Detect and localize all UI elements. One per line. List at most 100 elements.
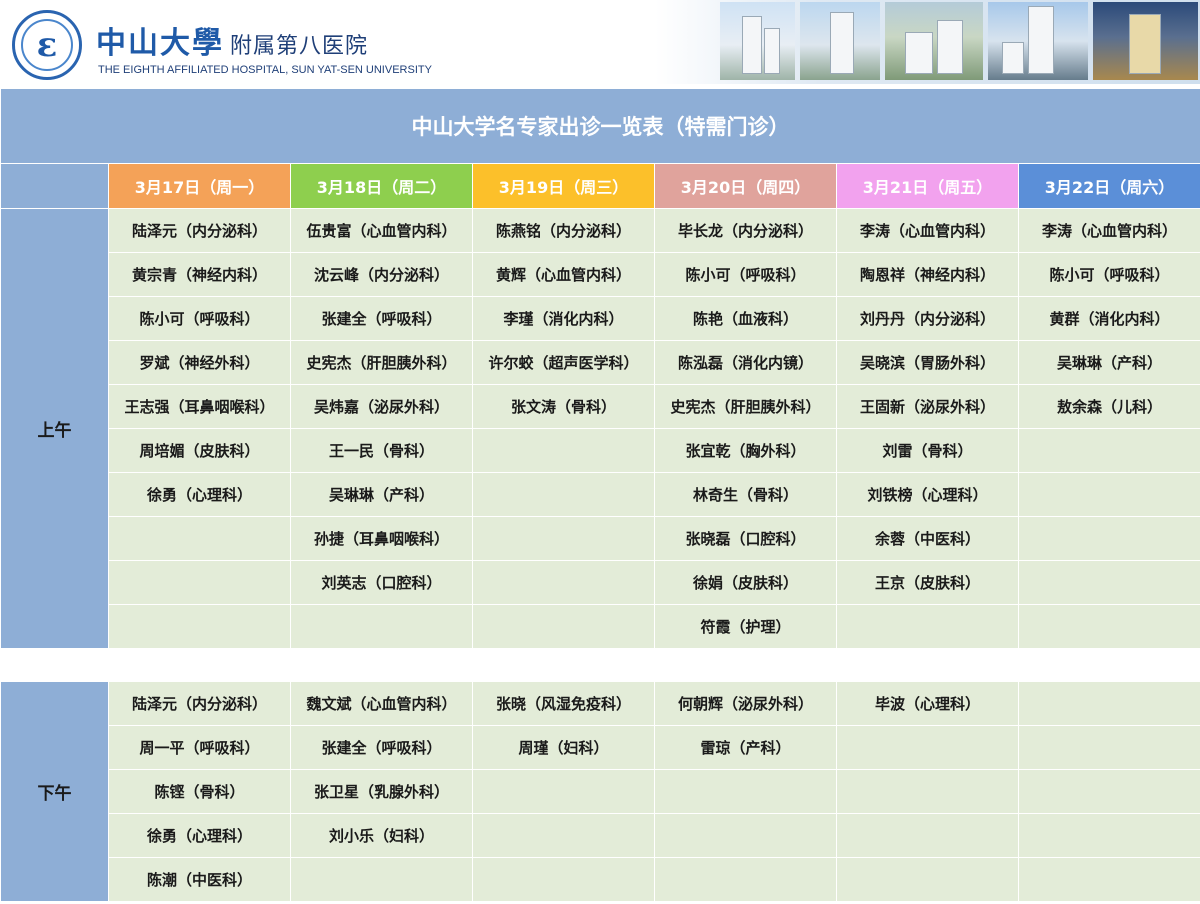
doctor-cell — [1017, 516, 1200, 561]
doctor-cell: 陶恩祥（神经内科） — [836, 252, 1019, 297]
table-row: 上午 陆泽元（内分泌科） 伍贵富（心血管内科） 陈燕铭（内分泌科） 毕长龙（内分泌科）李… — [0, 208, 1200, 649]
table-row: 陈小可（呼吸科） 张建全（呼吸科） 李瑾（消化内科） 陈艳（血液科） 刘丹丹（内分泌科）… — [1, 296, 1200, 341]
building-shape — [742, 16, 762, 74]
table-row: 王志强（耳鼻咽喉科） 吴炜嘉（泌尿外科） 张文涛（骨科） 史宪杰（肝胆胰外科） 王固新（… — [1, 384, 1200, 429]
doctor-cell — [1017, 813, 1200, 858]
building-photo — [1093, 2, 1198, 80]
doctor-cell: 刘铁榜（心理科） — [836, 472, 1019, 517]
doctor-cell: 张文涛（骨科） — [472, 384, 655, 429]
doctor-cell: 何朝辉（泌尿外科） — [654, 681, 837, 726]
doctor-cell: 魏文斌（心血管内科） — [290, 681, 473, 726]
hospital-logo: ε — [12, 10, 82, 80]
doctor-cell — [472, 560, 655, 605]
doctor-cell: 徐勇（心理科） — [108, 813, 291, 858]
table-row: 徐勇（心理科） 刘小乐（妇科） — [1, 813, 1200, 858]
doctor-cell — [472, 472, 655, 517]
doctor-cell — [1017, 472, 1200, 517]
building-shape — [1129, 14, 1161, 74]
doctor-cell: 张建全（呼吸科） — [290, 296, 473, 341]
table-row: 周培媚（皮肤科） 王一民（骨科） 张宜乾（胸外科） 刘雷（骨科） — [1, 428, 1200, 473]
gap-cell — [836, 648, 1019, 682]
doctor-cell: 罗斌（神经外科） — [108, 340, 291, 385]
doctor-cell: 伍贵富（心血管内科） — [290, 208, 473, 253]
day-header: 3月21日（周五） — [836, 163, 1019, 209]
doctor-cell — [1017, 604, 1200, 649]
section-gap-row — [0, 648, 1200, 682]
doctor-cell — [654, 813, 837, 858]
doctor-cell: 陈艳（血液科） — [654, 296, 837, 341]
building-photos-banner — [655, 0, 1200, 84]
doctor-cell: 刘小乐（妇科） — [290, 813, 473, 858]
doctor-cell — [836, 769, 1019, 814]
doctor-cell: 刘丹丹（内分泌科） — [836, 296, 1019, 341]
doctor-cell — [1017, 428, 1200, 473]
page-header: ε 中山大學 附属第八医院 THE EIGHTH AFFILIATED HOSPI… — [0, 0, 1200, 88]
doctor-cell: 王一民（骨科） — [290, 428, 473, 473]
hospital-name: 中山大學 附属第八医院 — [96, 18, 368, 62]
doctor-cell: 史宪杰（肝胆胰外科） — [290, 340, 473, 385]
logo-mark: ε — [36, 25, 58, 65]
doctor-cell: 张晓（风湿免疫科） — [472, 681, 655, 726]
doctor-cell: 林奇生（骨科） — [654, 472, 837, 517]
table-row: 下午 陆泽元（内分泌科） 魏文斌（心血管内科） 张晓（风湿免疫科） 何朝辉（泌尿外科）毕… — [0, 681, 1200, 902]
doctor-cell: 余蓉（中医科） — [836, 516, 1019, 561]
doctor-cell — [472, 516, 655, 561]
doctor-cell — [290, 857, 473, 902]
doctor-cell: 刘雷（骨科） — [836, 428, 1019, 473]
doctor-cell: 史宪杰（肝胆胰外科） — [654, 384, 837, 429]
doctor-cell: 陈小可（呼吸科） — [108, 296, 291, 341]
doctor-cell — [836, 604, 1019, 649]
doctor-cell: 沈云峰（内分泌科） — [290, 252, 473, 297]
building-shape — [1028, 6, 1054, 74]
doctor-cell: 陈小可（呼吸科） — [1017, 252, 1200, 297]
afternoon-section: 下午 陆泽元（内分泌科） 魏文斌（心血管内科） 张晓（风湿免疫科） 何朝辉（泌尿外科）毕… — [0, 681, 1200, 902]
building-photo — [800, 2, 880, 80]
doctor-cell: 毕长龙（内分泌科） — [654, 208, 837, 253]
doctor-cell: 王固新（泌尿外科） — [836, 384, 1019, 429]
doctor-cell — [836, 857, 1019, 902]
doctor-cell — [836, 725, 1019, 770]
doctor-cell: 黄辉（心血管内科） — [472, 252, 655, 297]
doctor-cell: 黄宗青（神经内科） — [108, 252, 291, 297]
morning-section: 上午 陆泽元（内分泌科） 伍贵富（心血管内科） 陈燕铭（内分泌科） 毕长龙（内分泌科）李… — [0, 208, 1200, 649]
day-header: 3月19日（周三） — [472, 163, 655, 209]
building-shape — [905, 32, 933, 74]
doctor-cell: 敖余森（儿科） — [1017, 384, 1200, 429]
header-corner — [0, 163, 109, 209]
schedule-title: 中山大学名专家出诊一览表（特需门诊） — [0, 88, 1200, 164]
doctor-cell — [472, 857, 655, 902]
table-row: 黄宗青（神经内科） 沈云峰（内分泌科） 黄辉（心血管内科） 陈小可（呼吸科） 陶恩祥（神… — [1, 252, 1200, 297]
doctor-cell: 陆泽元（内分泌科） — [108, 681, 291, 726]
schedule-table: 中山大学名专家出诊一览表（特需门诊） 3月17日（周一） 3月18日（周二） 3… — [0, 88, 1200, 902]
doctor-cell: 黄群（消化内科） — [1017, 296, 1200, 341]
table-row: 陈铿（骨科） 张卫星（乳腺外科） — [1, 769, 1200, 814]
doctor-cell: 雷琼（产科） — [654, 725, 837, 770]
doctor-cell: 许尔蛟（超声医学科） — [472, 340, 655, 385]
doctor-cell: 李涛（心血管内科） — [1017, 208, 1200, 253]
doctor-cell: 陆泽元（内分泌科） — [108, 208, 291, 253]
doctor-cell — [108, 516, 291, 561]
doctor-cell: 吴琳琳（产科） — [1017, 340, 1200, 385]
hospital-name-sub: 附属第八医院 — [230, 34, 369, 59]
doctor-cell — [290, 604, 473, 649]
doctor-cell — [1017, 769, 1200, 814]
table-row: 刘英志（口腔科） 徐娟（皮肤科） 王京（皮肤科） — [1, 560, 1200, 605]
doctor-cell — [836, 813, 1019, 858]
doctor-cell — [472, 604, 655, 649]
doctor-cell: 符霞（护理） — [654, 604, 837, 649]
table-row: 徐勇（心理科） 吴琳琳（产科） 林奇生（骨科） 刘铁榜（心理科） — [1, 472, 1200, 517]
hospital-name-main: 中山大學 — [96, 26, 224, 61]
gap-cell — [0, 648, 109, 682]
doctor-cell: 张建全（呼吸科） — [290, 725, 473, 770]
doctor-cell — [1017, 725, 1200, 770]
doctor-cell — [654, 769, 837, 814]
hospital-name-en: THE EIGHTH AFFILIATED HOSPITAL, SUN YAT-… — [98, 64, 432, 76]
building-photo — [885, 2, 983, 80]
doctor-cell: 陈铿（骨科） — [108, 769, 291, 814]
day-header: 3月17日（周一） — [108, 163, 291, 209]
day-header: 3月18日（周二） — [290, 163, 473, 209]
building-shape — [937, 20, 963, 74]
doctor-cell — [472, 769, 655, 814]
building-photo — [720, 2, 795, 80]
building-photo — [988, 2, 1088, 80]
